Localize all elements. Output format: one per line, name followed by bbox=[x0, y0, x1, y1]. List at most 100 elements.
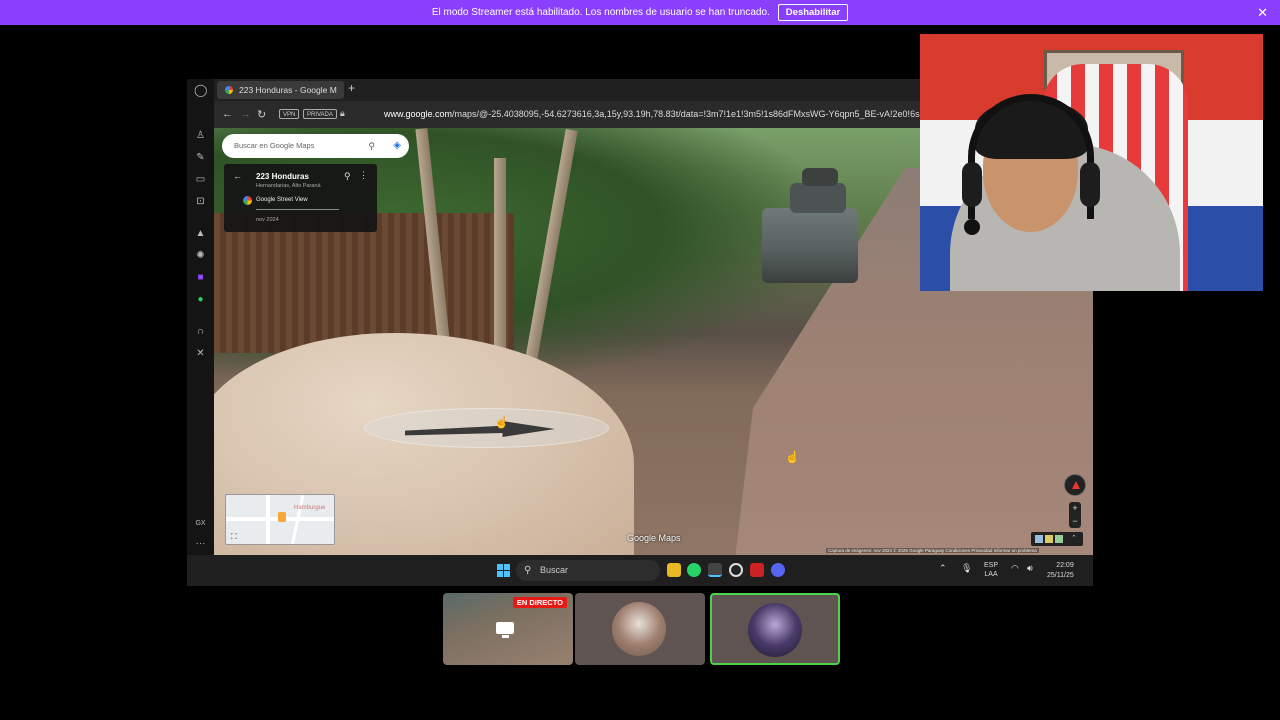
file-explorer-icon[interactable] bbox=[667, 563, 681, 577]
discord-icon[interactable] bbox=[771, 563, 785, 577]
back-arrow-icon[interactable]: ← bbox=[233, 171, 242, 181]
chatgpt-icon[interactable]: ✺ bbox=[194, 249, 207, 262]
whatsapp-icon[interactable]: ● bbox=[194, 293, 207, 306]
gx-label[interactable]: GX bbox=[194, 517, 207, 530]
maps-search-input[interactable]: Buscar en Google Maps ⚲ ◈ bbox=[222, 134, 409, 158]
participant-tile-stream[interactable]: EN DIRECTO bbox=[443, 593, 573, 665]
lock-icon: 🔒︎ bbox=[340, 108, 345, 118]
hand-cursor-icon: ☝ bbox=[494, 415, 509, 429]
new-tab-icon[interactable]: + bbox=[348, 81, 355, 95]
opera-gx-icon[interactable] bbox=[708, 563, 722, 577]
search-placeholder: Buscar en Google Maps bbox=[234, 141, 315, 150]
trophy-icon[interactable]: ♙ bbox=[194, 129, 207, 142]
microphone-icon[interactable]: 🎙︎ bbox=[961, 563, 972, 574]
banner-message: El modo Streamer está habilitado. Los no… bbox=[431, 7, 770, 18]
zoom-controls: + − bbox=[1069, 502, 1081, 528]
lang-bottom: LAA bbox=[984, 571, 998, 578]
directions-icon[interactable]: ◈ bbox=[393, 134, 401, 158]
parked-car bbox=[762, 208, 858, 283]
browser-sidebar: ◯ ♙ ✎ ▭ ⊡ ▲ ✺ ■ ● ∩ ✕ GX ··· bbox=[187, 79, 214, 555]
layer-thumb bbox=[1045, 535, 1053, 543]
brush-icon[interactable]: ✎ bbox=[194, 151, 207, 164]
lang-top: ESP bbox=[984, 562, 999, 569]
chevron-up-icon[interactable]: ⌃ bbox=[939, 563, 947, 574]
streamer-mode-banner: El modo Streamer está habilitado. Los no… bbox=[0, 0, 1280, 25]
vpn-badge[interactable]: VPN bbox=[279, 109, 300, 119]
avatar bbox=[612, 602, 666, 656]
hand-cursor-icon: ☝ bbox=[785, 450, 800, 464]
location-pin-icon[interactable]: ⚲ bbox=[344, 171, 351, 182]
minimap-label: Hamburgue bbox=[294, 505, 326, 511]
street-view-label: Google Street View bbox=[243, 196, 308, 205]
layers-control[interactable]: ⌃ bbox=[1031, 532, 1083, 546]
tab-title: 223 Honduras - Google M bbox=[239, 85, 337, 95]
language-indicator[interactable]: ESP LAA bbox=[984, 561, 998, 579]
back-icon[interactable]: ← bbox=[222, 108, 233, 120]
attribution-bar[interactable]: Captura de imágenes: nov 2024 © 2025 Goo… bbox=[826, 548, 1039, 553]
tools-icon[interactable]: ✕ bbox=[194, 347, 207, 360]
headset-icon[interactable]: ∩ bbox=[194, 325, 207, 338]
layer-thumb bbox=[1035, 535, 1043, 543]
taskbar-search[interactable]: ⚲ Buscar bbox=[516, 560, 660, 581]
volume-icon[interactable]: 🔊︎ bbox=[1027, 563, 1033, 574]
recorder-icon[interactable] bbox=[750, 563, 764, 577]
street-view-navigation-arrow[interactable] bbox=[364, 408, 609, 448]
crop-icon[interactable]: ⊡ bbox=[194, 195, 207, 208]
zoom-in-button[interactable]: + bbox=[1069, 502, 1081, 515]
headset-mic bbox=[964, 219, 980, 235]
clock-time: 22:09 bbox=[1056, 562, 1074, 569]
map-road bbox=[266, 495, 270, 544]
monitor-icon bbox=[496, 622, 514, 638]
compass-icon[interactable] bbox=[1064, 474, 1086, 496]
participant-tile-speaking[interactable] bbox=[710, 593, 840, 665]
headset-earcup bbox=[1080, 162, 1100, 207]
place-info-card: ← 223 Honduras Hernandarias, Alto Paraná… bbox=[224, 164, 377, 232]
zoom-out-button[interactable]: − bbox=[1069, 515, 1081, 528]
url-path: /maps/@-25.4038095,-54.6273616,3a,15y,93… bbox=[452, 109, 935, 119]
opera-logo-icon[interactable]: ◯ bbox=[194, 84, 207, 97]
taskbar-search-label: Buscar bbox=[540, 565, 569, 575]
wifi-icon[interactable]: ◠ bbox=[1011, 563, 1019, 574]
live-badge: EN DIRECTO bbox=[512, 597, 567, 608]
wooden-fence bbox=[214, 213, 514, 353]
private-badge: PRIVADA bbox=[303, 109, 337, 119]
headset-band bbox=[968, 94, 1094, 219]
forward-icon[interactable]: → bbox=[240, 108, 251, 120]
capture-date[interactable]: nov 2024 bbox=[256, 217, 279, 223]
google-maps-favicon-icon bbox=[225, 86, 233, 94]
disable-streamer-mode-button[interactable]: Deshabilitar bbox=[777, 4, 849, 21]
place-title[interactable]: 223 Honduras bbox=[256, 172, 309, 181]
close-icon[interactable]: ✕ bbox=[1257, 5, 1268, 21]
search-icon: ⚲ bbox=[524, 565, 532, 576]
webcam-feed bbox=[920, 34, 1263, 291]
url-field[interactable]: www.google.com/maps/@-25.4038095,-54.627… bbox=[384, 109, 935, 119]
chevron-up-icon[interactable]: ⌃ bbox=[1071, 534, 1077, 542]
expand-icon[interactable]: ⛶ bbox=[231, 532, 237, 542]
url-domain: www.google.com bbox=[384, 109, 453, 119]
avatar bbox=[748, 603, 802, 657]
headset-earcup bbox=[962, 162, 982, 207]
tab-google-maps[interactable]: 223 Honduras - Google M bbox=[217, 81, 344, 99]
windows-icon[interactable] bbox=[497, 564, 510, 577]
mini-map[interactable]: Hamburgue ⛶ bbox=[225, 494, 335, 545]
clock[interactable]: 22:09 25/11/25 bbox=[1047, 561, 1074, 581]
more-options-icon[interactable]: ⋮ bbox=[359, 170, 368, 181]
whatsapp-icon[interactable] bbox=[687, 563, 701, 577]
participant-tile[interactable] bbox=[575, 593, 705, 665]
arc-icon[interactable]: ▲ bbox=[194, 227, 207, 240]
more-icon[interactable]: ··· bbox=[194, 537, 207, 550]
parked-car bbox=[802, 168, 838, 186]
reload-icon[interactable]: ↻ bbox=[257, 108, 266, 121]
place-subtitle: Hernandarias, Alto Paraná bbox=[256, 183, 321, 189]
parked-car bbox=[790, 183, 846, 213]
windows-taskbar: ⚲ Buscar ⌃ 🎙︎ ESP LAA ◠ 🔊︎ 22:09 25/11/2… bbox=[187, 555, 1093, 586]
twitch-icon[interactable]: ■ bbox=[194, 271, 207, 284]
search-icon[interactable]: ⚲ bbox=[368, 134, 375, 158]
cast-icon[interactable]: ▭ bbox=[194, 173, 207, 186]
google-maps-watermark: Google Maps bbox=[627, 533, 681, 543]
clock-date: 25/11/25 bbox=[1047, 572, 1074, 579]
direction-arrow-icon bbox=[405, 421, 555, 437]
layer-thumb bbox=[1055, 535, 1063, 543]
obs-icon[interactable] bbox=[729, 563, 743, 577]
divider bbox=[256, 209, 339, 210]
